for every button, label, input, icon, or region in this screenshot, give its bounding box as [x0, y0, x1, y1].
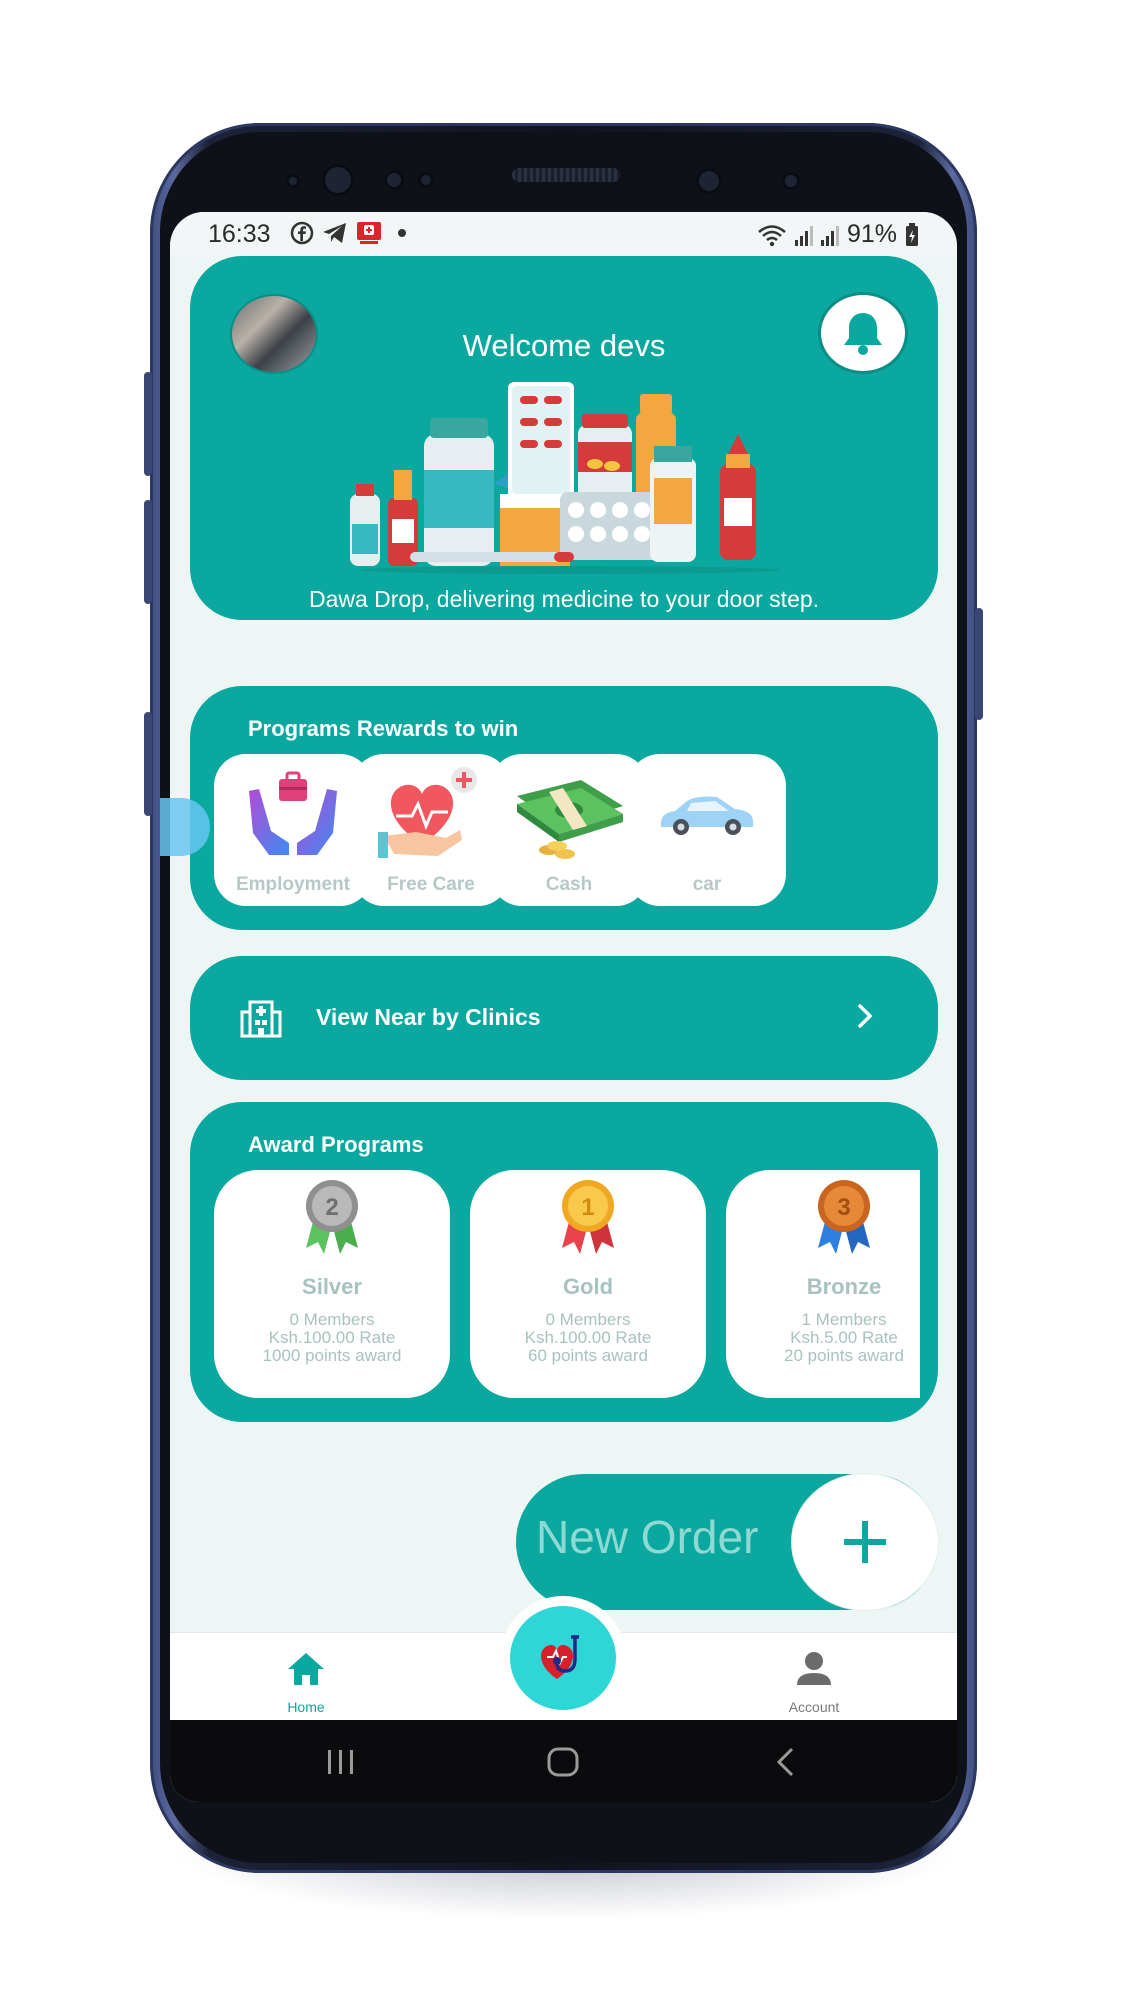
app-screen: 16:33 91% Welcome devs Dawa Drop, delive… — [170, 212, 957, 1802]
award-points: 20 points award — [783, 1346, 905, 1365]
device-side-button — [975, 608, 983, 720]
programs-title: Programs Rewards to win — [248, 716, 519, 741]
car-icon — [661, 796, 753, 835]
award-card-bronze[interactable]: 3 Bronze 1 Members Ksh.5.00 Rate 20 poin… — [726, 1170, 920, 1398]
wifi-icon — [758, 224, 786, 246]
status-app-icons — [290, 221, 406, 245]
award-points: 1000 points award — [262, 1346, 402, 1365]
battery-percent: 91% — [846, 220, 897, 248]
award-programs-card: Award Programs 2 Silver 0 Members Ksh.10… — [190, 1102, 938, 1422]
award-rate: Ksh.100.00 Rate — [524, 1328, 652, 1347]
nav-home[interactable]: Home — [236, 1633, 376, 1721]
cash-icon — [517, 780, 623, 859]
silver-medal-icon: 2 — [306, 1180, 358, 1254]
home-icon — [288, 1653, 324, 1685]
recent-apps-icon[interactable] — [324, 1748, 358, 1776]
award-members: 0 Members — [545, 1310, 631, 1329]
view-clinics-label: View Near by Clinics — [316, 1004, 541, 1030]
system-navigation-bar — [170, 1720, 957, 1802]
new-order-plus-button[interactable] — [792, 1474, 938, 1610]
dot-icon — [398, 229, 406, 237]
status-time: 16:33 — [208, 220, 271, 248]
status-bar: 16:33 91% — [170, 212, 957, 256]
new-order-label: New Order — [536, 1511, 759, 1563]
award-name: Bronze — [806, 1274, 882, 1299]
nav-account-label: Account — [788, 1699, 840, 1715]
reward-car[interactable]: car — [628, 754, 786, 906]
signal-icon — [820, 224, 839, 246]
plus-icon — [844, 1521, 886, 1563]
award-members: 0 Members — [289, 1310, 375, 1329]
front-camera — [322, 164, 354, 196]
search-fab-button[interactable] — [510, 1606, 616, 1710]
earpiece-speaker — [512, 168, 620, 182]
reward-car-label: car — [692, 874, 722, 895]
award-card-silver[interactable]: 2 Silver 0 Members Ksh.100.00 Rate 1000 … — [214, 1170, 450, 1398]
reward-free-care-label: Free Care — [387, 874, 475, 895]
award-programs-carousel[interactable]: 2 Silver 0 Members Ksh.100.00 Rate 1000 … — [190, 1102, 920, 1422]
heart-stethoscope-icon — [541, 1635, 579, 1679]
app-badge-icon — [357, 222, 381, 244]
new-order-button[interactable]: New Order — [516, 1474, 938, 1610]
award-name: Silver — [302, 1274, 362, 1299]
award-rate: Ksh.5.00 Rate — [790, 1328, 898, 1347]
bronze-medal-icon: 3 — [818, 1180, 870, 1254]
nav-account[interactable]: Account — [744, 1633, 884, 1721]
view-clinics-button[interactable]: View Near by Clinics — [190, 956, 938, 1080]
nav-home-label: Home — [287, 1699, 325, 1715]
welcome-title: Welcome devs — [462, 328, 666, 363]
welcome-card: Welcome devs Dawa Drop, delivering medic… — [190, 256, 938, 620]
device-side-button — [144, 712, 152, 816]
battery-icon — [906, 222, 918, 246]
sensor-dot — [384, 170, 404, 190]
award-card-gold[interactable]: 1 Gold 0 Members Ksh.100.00 Rate 60 poin… — [470, 1170, 706, 1398]
reward-cash[interactable]: Cash — [490, 754, 648, 906]
svg-text:2: 2 — [325, 1194, 338, 1221]
sensor-dot — [286, 174, 300, 188]
hands-briefcase-icon — [249, 771, 337, 855]
hospital-building-icon — [240, 1000, 282, 1038]
iris-camera — [696, 168, 722, 194]
device-side-button — [144, 500, 152, 604]
svg-text:3: 3 — [837, 1194, 850, 1221]
facebook-icon — [290, 221, 314, 245]
device-side-button — [144, 372, 152, 476]
award-members: 1 Members — [801, 1310, 887, 1329]
award-name: Gold — [562, 1274, 614, 1299]
reward-free-care[interactable]: Free Care — [352, 754, 510, 906]
svg-text:1: 1 — [581, 1194, 594, 1221]
hero-tagline: Dawa Drop, delivering medicine to your d… — [308, 586, 820, 612]
sensor-dot — [418, 172, 434, 188]
signal-icon — [794, 224, 813, 246]
award-points: 60 points award — [527, 1346, 649, 1365]
heart-care-icon — [378, 767, 477, 858]
reward-cash-label: Cash — [545, 874, 593, 895]
chevron-right-icon — [858, 1004, 873, 1028]
reward-employment[interactable]: Employment — [214, 754, 372, 906]
reward-employment-label: Employment — [235, 874, 351, 895]
home-system-icon[interactable] — [546, 1746, 580, 1778]
gold-medal-icon: 1 — [562, 1180, 614, 1254]
telegram-icon — [323, 223, 346, 243]
back-icon[interactable] — [774, 1746, 796, 1778]
status-system-icons: 91% — [757, 220, 919, 249]
award-rate: Ksh.100.00 Rate — [268, 1328, 396, 1347]
person-icon — [797, 1652, 831, 1685]
medicine-illustration — [350, 382, 780, 574]
programs-rewards-card: Programs Rewards to win Employment Free … — [190, 686, 938, 930]
sensor-dot — [782, 172, 800, 190]
